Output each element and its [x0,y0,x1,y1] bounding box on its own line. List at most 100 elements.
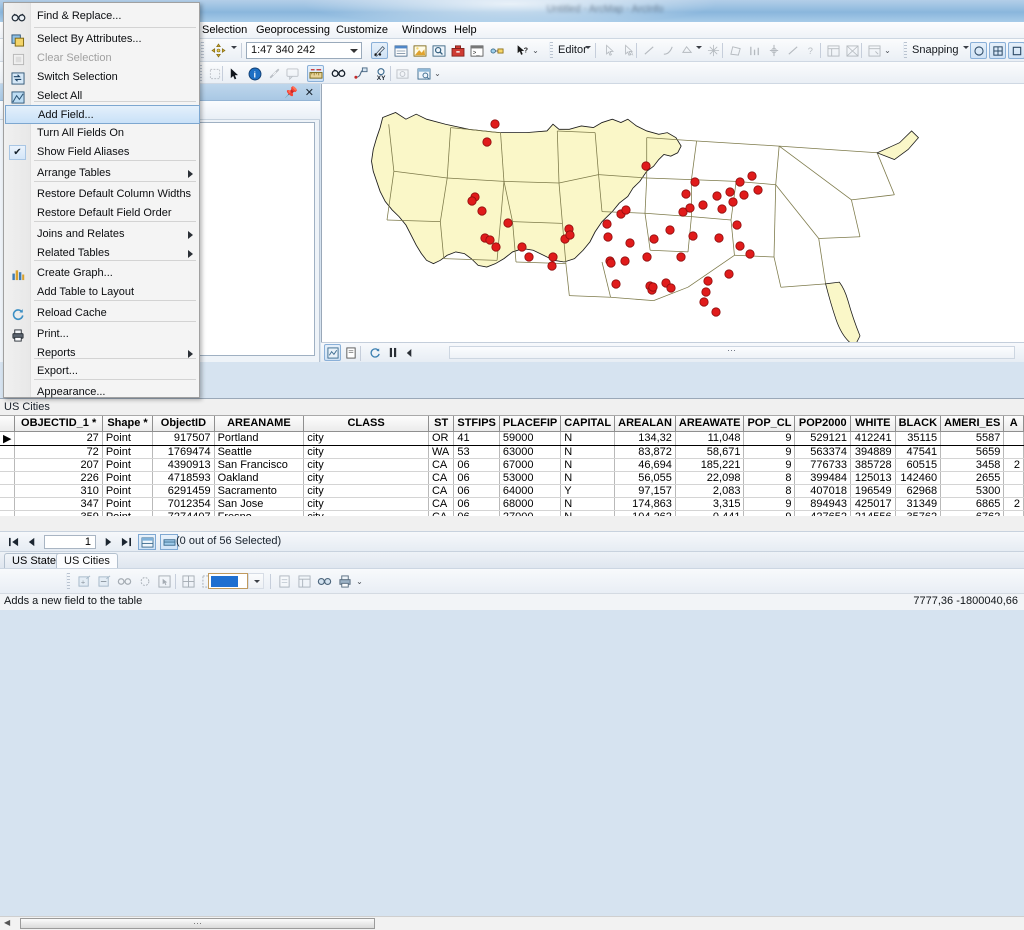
city-point[interactable] [641,161,651,171]
table-cell[interactable]: 104,262 [614,510,676,516]
whats-this-help-icon[interactable]: ? [513,42,530,59]
table-cell[interactable]: city [303,484,429,498]
table-cell[interactable] [1003,471,1024,485]
table-cell[interactable]: 68000 [499,497,562,511]
table-cell[interactable]: 196549 [850,484,896,498]
table-cell[interactable]: city [303,510,429,516]
table-body[interactable]: ▶ 27 Point 917507 Portland city OR 41 59000 N 134,… [0,430,1024,516]
table-row[interactable]: 226 Point 4718593 Oakland city CA 06 53000 N 56,0… [0,471,1024,485]
trace-dropdown-icon[interactable] [696,46,702,49]
table-cell[interactable]: city [303,471,429,485]
table-cell[interactable]: San Francisco [214,458,305,472]
python-window-icon[interactable]: >_ [468,42,485,59]
context-menu-item-select-all[interactable]: Select All [5,87,200,106]
context-menu-item-related-tables[interactable]: Related Tables [5,244,200,263]
pause-drawing-icon[interactable] [384,344,401,361]
table-cell[interactable] [1003,430,1024,446]
city-point[interactable] [565,230,575,240]
table-cell[interactable]: Y [560,484,616,498]
table-cell[interactable]: 134,32 [614,430,676,446]
table-cell[interactable]: Point [102,510,154,516]
city-point[interactable] [490,119,500,129]
context-menu-item-turn-all-fields-on[interactable]: Turn All Fields On [5,124,200,143]
context-menu-item-switch-selection[interactable]: Switch Selection [5,68,200,87]
table-row[interactable]: 207 Point 4390913 San Francisco city CA 06 6700… [0,458,1024,472]
create-features-icon[interactable] [866,42,883,59]
table-cell[interactable]: 27 [14,430,103,446]
editor-menu-label[interactable]: Editor [558,44,587,56]
bottom-toolbar-grip[interactable] [66,573,70,589]
table-cell[interactable]: 3,315 [675,497,745,511]
table-cell[interactable]: 63000 [499,445,562,459]
table-cell[interactable]: 174,863 [614,497,676,511]
selection-color-swatch[interactable] [208,573,248,589]
attribute-table-window[interactable]: US Cities OBJECTID_1 * Shape * ObjectID ARE… [0,398,1024,930]
table-cell[interactable]: N [560,497,616,511]
table-cell[interactable]: Point [102,471,154,485]
table-row[interactable]: 310 Point 6291459 Sacramento city CA 06 64000 Y 9… [0,484,1024,498]
table-cell[interactable]: 53 [453,445,500,459]
table-cell[interactable]: CA [428,458,455,472]
city-point[interactable] [611,279,621,289]
rotate-tool-icon[interactable] [784,42,801,59]
table-cell[interactable] [1003,484,1024,498]
table-cell[interactable]: WA [428,445,455,459]
menu-item-help[interactable]: Help [448,23,483,38]
context-menu-item-reload-cache[interactable]: Reload Cache [5,304,200,323]
table-column-header[interactable]: CLASS [303,416,429,432]
trace-tool-icon[interactable] [679,42,696,59]
data-view-icon[interactable] [324,344,341,361]
table-cell[interactable]: Point [102,445,154,459]
table-cell[interactable]: 563374 [794,445,852,459]
table-cell[interactable]: 7274407 [152,510,215,516]
scroll-left-arrow-icon[interactable]: ◀ [4,918,10,927]
table-cell[interactable]: 894943 [794,497,852,511]
city-point[interactable] [548,252,558,262]
table-row[interactable]: 359Point7274407FresnocityCA0627000N104,2… [0,510,1024,516]
curve-segment-icon[interactable] [660,42,677,59]
table-cell[interactable]: 4718593 [152,471,215,485]
city-point[interactable] [649,234,659,244]
us-map[interactable] [322,84,1024,342]
table-row[interactable]: 347 Point 7012354 San Jose city CA 06 68000 N 174… [0,497,1024,511]
map-data-view[interactable] [321,84,1024,342]
point-snapping-icon[interactable] [970,42,987,59]
city-point[interactable] [665,225,675,235]
split-tool-icon[interactable] [765,42,782,59]
city-point[interactable] [714,233,724,243]
table-cell[interactable]: 3458 [940,458,1005,472]
city-point[interactable] [503,218,513,228]
table-cell[interactable] [1003,510,1024,516]
table-cell[interactable]: 125013 [850,471,896,485]
map-scale-combo[interactable]: 1:47 340 242 [246,42,362,59]
select-features-icon[interactable] [156,573,173,590]
attributes-window-icon[interactable] [825,42,842,59]
table-cell[interactable]: CA [428,510,455,516]
table-select-all-corner[interactable] [0,416,16,432]
clear-selected-features-icon[interactable] [206,65,223,82]
table-cell[interactable]: 9 [743,497,796,511]
context-menu-item-select-by-attributes[interactable]: Select By Attributes... [5,30,200,49]
city-point[interactable] [688,231,698,241]
table-cell[interactable]: 31349 [895,497,942,511]
table-cell[interactable]: Seattle [214,445,305,459]
time-slider-icon[interactable] [394,65,411,82]
snapping-menu-label[interactable]: Snapping [912,44,959,56]
hyperlink-icon[interactable] [266,65,283,82]
city-point[interactable] [524,252,534,262]
table-cell[interactable]: 27000 [499,510,562,516]
table-cell[interactable]: 6291459 [152,484,215,498]
table-cell[interactable]: 9 [743,510,796,516]
bottom-overflow-icon[interactable]: ⌄ [356,574,363,590]
construct-features-icon[interactable] [746,42,763,59]
table-cell[interactable]: 97,157 [614,484,676,498]
table-cell[interactable]: 2 [1003,458,1024,472]
edit-annotation-tool-icon[interactable]: A [620,42,637,59]
table-cell[interactable]: N [560,458,616,472]
table-cell[interactable]: 347 [14,497,103,511]
table-cell[interactable]: 917507 [152,430,215,446]
menu-item-customize[interactable]: Customize [330,23,394,38]
table-cell[interactable]: 58,671 [675,445,745,459]
table-cell[interactable]: Point [102,458,154,472]
city-point[interactable] [603,232,613,242]
